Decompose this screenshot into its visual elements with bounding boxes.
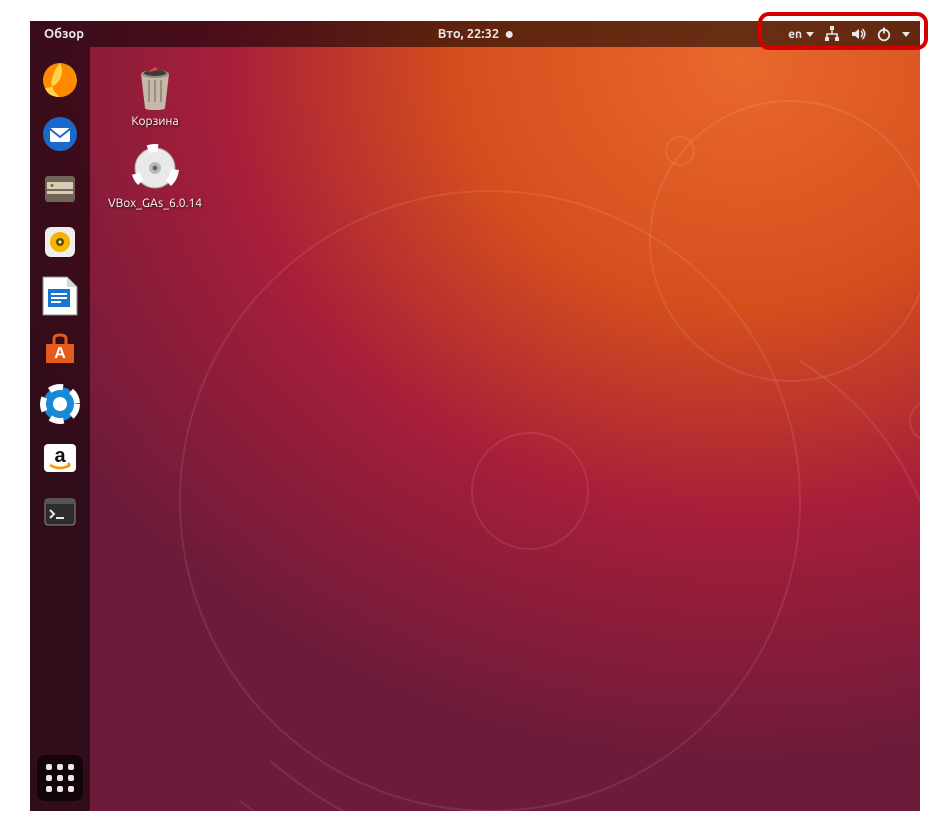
- thunderbird-icon: [40, 114, 80, 154]
- help-icon: [40, 384, 80, 424]
- trash-icon: [133, 62, 177, 110]
- terminal-icon: [40, 492, 80, 532]
- svg-text:a: a: [54, 445, 66, 467]
- desktop: Обзор Вто, 22:32 en: [30, 21, 920, 811]
- dock-app-writer[interactable]: [37, 273, 83, 319]
- activities-button[interactable]: Обзор: [30, 27, 98, 41]
- desktop-icons: Корзина VBox_GAs_6.0.14: [110, 61, 200, 212]
- dock-app-amazon[interactable]: a: [37, 435, 83, 481]
- desktop-icon-trash[interactable]: Корзина: [110, 61, 200, 129]
- ubuntu-software-icon: A: [40, 330, 80, 370]
- show-applications-button[interactable]: [37, 755, 83, 801]
- caret-down-icon: [806, 32, 814, 37]
- rhythmbox-icon: [40, 222, 80, 262]
- language-code: en: [788, 28, 802, 41]
- dock-app-help[interactable]: [37, 381, 83, 427]
- dock-app-software[interactable]: A: [37, 327, 83, 373]
- wallpaper-art: [150, 61, 920, 811]
- dock-app-firefox[interactable]: [37, 57, 83, 103]
- dock-app-files[interactable]: [37, 165, 83, 211]
- dock-app-thunderbird[interactable]: [37, 111, 83, 157]
- network-wired-icon: [824, 26, 840, 42]
- firefox-icon: [40, 60, 80, 100]
- caret-down-icon: [902, 32, 910, 37]
- amazon-icon: a: [40, 438, 80, 478]
- top-panel: Обзор Вто, 22:32 en: [30, 21, 920, 47]
- dock-app-rhythmbox[interactable]: [37, 219, 83, 265]
- files-icon: [40, 168, 80, 208]
- system-status-area[interactable]: en: [778, 21, 920, 47]
- dock-app-terminal[interactable]: [37, 489, 83, 535]
- notification-dot: [505, 31, 512, 38]
- volume-icon: [850, 26, 866, 42]
- libreoffice-writer-icon: [41, 275, 79, 317]
- clock-button[interactable]: Вто, 22:32: [438, 27, 513, 41]
- power-icon: [876, 26, 892, 42]
- desktop-icon-vbox-additions[interactable]: VBox_GAs_6.0.14: [110, 143, 200, 211]
- svg-text:A: A: [54, 345, 66, 362]
- desktop-icon-label: Корзина: [131, 115, 178, 129]
- language-indicator[interactable]: en: [788, 28, 814, 41]
- launcher-dock: A a: [30, 47, 90, 811]
- cd-icon: [131, 144, 179, 192]
- clock-text: Вто, 22:32: [438, 27, 500, 41]
- desktop-icon-label: VBox_GAs_6.0.14: [108, 197, 202, 211]
